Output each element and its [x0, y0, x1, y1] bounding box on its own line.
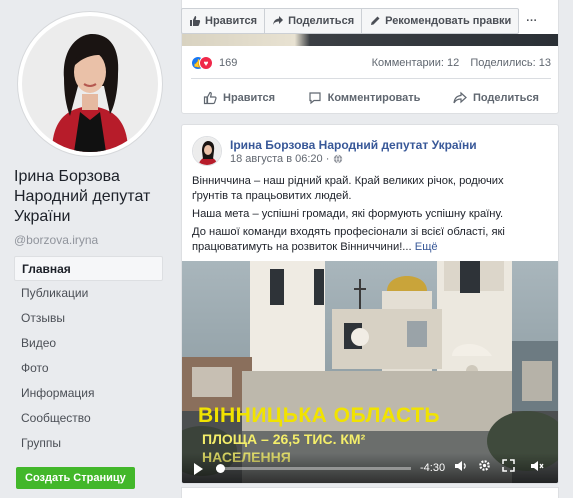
next-post-peek [181, 487, 559, 498]
comment-button[interactable]: Комментировать [296, 86, 433, 110]
page-username[interactable]: @borzova.iryna [14, 233, 98, 247]
see-more-link[interactable]: Ещё [415, 241, 438, 253]
video-scrubber[interactable] [215, 464, 225, 473]
like-button[interactable]: Нравится [191, 86, 287, 110]
more-options-button[interactable]: ··· [519, 9, 544, 33]
page-action-bar: Нравится Поделиться Рекомендовать правки… [181, 8, 537, 34]
author-photo [193, 137, 221, 165]
left-column: Ірина Борзова Народний депутат України @… [0, 0, 170, 498]
pencil-icon [371, 16, 380, 25]
divider [191, 78, 551, 79]
thumbs-up-icon [190, 16, 201, 26]
page-share-label: Поделиться [288, 15, 355, 27]
nav-item-photos[interactable]: Фото [14, 356, 163, 381]
video-time-remaining: -4:30 [420, 462, 446, 474]
nav-item-about[interactable]: Информация [14, 381, 163, 406]
post-paragraph: До нашої команди входять професіонали зі… [192, 226, 505, 253]
post-author-avatar[interactable] [192, 136, 222, 166]
video-progress-bar[interactable] [216, 467, 411, 470]
comments-count-link[interactable]: Комментарии: 12 [372, 57, 460, 69]
post-paragraph: Вінниччина – наш рідний край. Край велик… [192, 175, 504, 202]
post-author-name[interactable]: Ірина Борзова Народний депутат України [230, 138, 477, 152]
reaction-count: 169 [219, 57, 238, 69]
nav-item-videos[interactable]: Видео [14, 331, 163, 356]
nav-item-groups[interactable]: Группы [14, 431, 163, 456]
share-icon [453, 91, 467, 104]
post-stats: Комментарии: 12 Поделились: 13 [372, 57, 551, 69]
post-text: Вінниччина – наш рідний край. Край велик… [192, 174, 542, 258]
nav-item-community[interactable]: Сообщество [14, 406, 163, 431]
post-paragraph: Наша мета – успішні громади, які формуют… [192, 208, 504, 220]
page-share-button[interactable]: Поделиться [265, 9, 363, 33]
profile-photo [22, 16, 158, 152]
gear-icon[interactable] [478, 459, 491, 475]
globe-icon [334, 154, 343, 164]
share-label: Поделиться [472, 92, 539, 104]
shares-count-link[interactable]: Поделились: 13 [470, 57, 551, 69]
play-icon[interactable] [194, 463, 203, 475]
profile-avatar[interactable] [18, 12, 162, 156]
post-video[interactable]: ВІННИЦЬКА ОБЛАСТЬ ПЛОЩА – 26,5 ТИС. КМ² … [182, 261, 558, 483]
nav-item-posts[interactable]: Публикации [14, 281, 163, 306]
thumbs-up-outline-icon [203, 91, 217, 105]
page-nav: Главная Публикации Отзывы Видео Фото Инф… [14, 256, 163, 456]
previous-post-image-strip [182, 34, 558, 46]
video-caption-line: ПЛОЩА – 26,5 ТИС. КМ² [202, 431, 366, 447]
post-date[interactable]: 18 августа в 06:20 · [230, 153, 329, 165]
video-title-overlay: ВІННИЦЬКА ОБЛАСТЬ [198, 404, 441, 427]
share-arrow-icon [273, 16, 284, 25]
reactions-summary[interactable]: 👍 ♥ 169 [191, 56, 237, 70]
post-meta: 18 августа в 06:20 · [230, 153, 343, 165]
suggest-edits-label: Рекомендовать правки [385, 15, 512, 27]
page-like-button[interactable]: Нравится [182, 9, 266, 33]
volume-icon[interactable] [454, 460, 468, 475]
love-reaction-icon: ♥ [199, 56, 213, 70]
mute-icon[interactable] [530, 460, 544, 475]
share-button[interactable]: Поделиться [441, 86, 551, 110]
create-page-button[interactable]: Создать Страницу [16, 467, 135, 489]
page-like-label: Нравится [205, 15, 258, 27]
nav-item-home[interactable]: Главная [14, 256, 163, 281]
comment-icon [309, 92, 321, 105]
fullscreen-icon[interactable] [502, 459, 515, 475]
post-card: Ірина Борзова Народний депутат України 1… [181, 124, 559, 484]
page-title: Ірина Борзова Народний депутат України [14, 168, 151, 225]
comment-label: Комментировать [327, 92, 421, 104]
suggest-edits-button[interactable]: Рекомендовать правки [362, 9, 520, 33]
nav-item-reviews[interactable]: Отзывы [14, 306, 163, 331]
post-action-row: Нравится Комментировать Поделиться [191, 86, 551, 110]
like-label: Нравится [223, 92, 276, 104]
